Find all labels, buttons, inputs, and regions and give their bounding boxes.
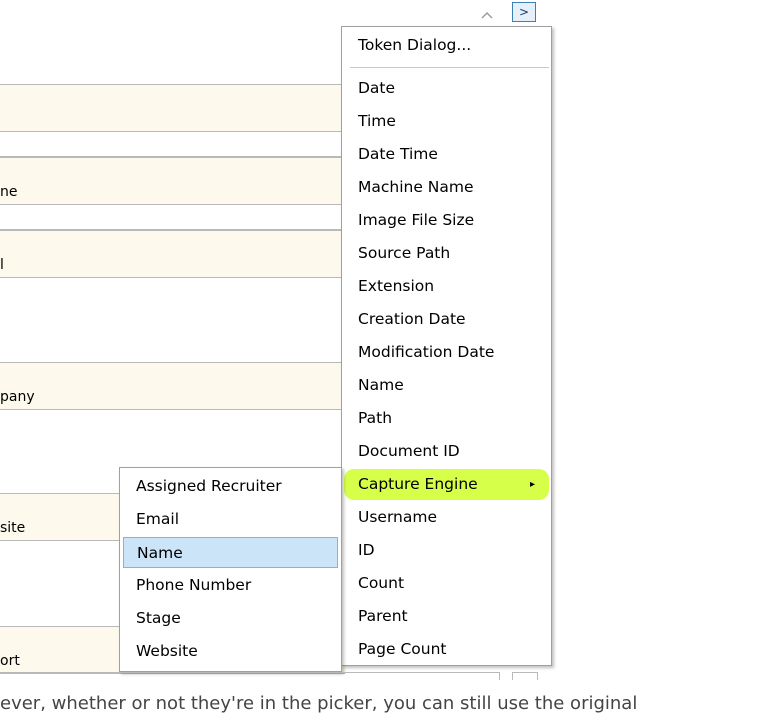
field-row-3[interactable]: l <box>0 230 345 278</box>
bottom-input-field[interactable] <box>0 672 500 680</box>
menu-item-path[interactable]: Path <box>344 403 549 434</box>
submenu-item-website[interactable]: Website <box>123 636 338 667</box>
capture-engine-submenu: Assigned Recruiter Email Name Phone Numb… <box>119 467 342 672</box>
expand-menu-button[interactable]: > <box>512 2 536 22</box>
menu-item-capture-engine-label: Capture Engine <box>358 475 478 493</box>
field-row-2[interactable]: ne <box>0 157 345 205</box>
field-spacer-2 <box>0 204 345 230</box>
token-context-menu: Token Dialog... Date Time Date Time Mach… <box>341 26 552 666</box>
menu-item-image-file-size[interactable]: Image File Size <box>344 205 549 236</box>
menu-separator <box>350 67 549 68</box>
field-row-text: ne <box>0 184 18 200</box>
bottom-button[interactable] <box>512 672 538 680</box>
menu-item-document-id[interactable]: Document ID <box>344 436 549 467</box>
submenu-item-name[interactable]: Name <box>123 537 338 568</box>
submenu-item-email[interactable]: Email <box>123 504 338 535</box>
menu-item-creation-date[interactable]: Creation Date <box>344 304 549 335</box>
field-row-text: l <box>0 257 4 273</box>
menu-item-time[interactable]: Time <box>344 106 549 137</box>
menu-item-source-path[interactable]: Source Path <box>344 238 549 269</box>
menu-item-page-count[interactable]: Page Count <box>344 634 549 665</box>
caption-text: ever, whether or not they're in the pick… <box>0 693 638 714</box>
menu-item-token-dialog[interactable]: Token Dialog... <box>344 30 549 61</box>
submenu-item-assigned-recruiter[interactable]: Assigned Recruiter <box>123 471 338 502</box>
menu-item-date[interactable]: Date <box>344 73 549 104</box>
submenu-arrow-icon: ▸ <box>529 479 535 490</box>
submenu-item-stage[interactable]: Stage <box>123 603 338 634</box>
field-row-text: site <box>0 520 26 536</box>
scroll-up-button[interactable] <box>476 4 498 26</box>
menu-item-name[interactable]: Name <box>344 370 549 401</box>
menu-item-extension[interactable]: Extension <box>344 271 549 302</box>
menu-item-parent[interactable]: Parent <box>344 601 549 632</box>
menu-item-date-time[interactable]: Date Time <box>344 139 549 170</box>
chevron-up-icon <box>481 12 493 19</box>
menu-item-machine-name[interactable]: Machine Name <box>344 172 549 203</box>
menu-item-id[interactable]: ID <box>344 535 549 566</box>
field-row-4[interactable]: pany <box>0 362 345 410</box>
menu-item-capture-engine[interactable]: Capture Engine ▸ <box>344 469 549 500</box>
menu-item-modification-date[interactable]: Modification Date <box>344 337 549 368</box>
field-row-1[interactable] <box>0 84 345 132</box>
field-row-text: ort <box>0 653 20 669</box>
menu-item-count[interactable]: Count <box>344 568 549 599</box>
submenu-item-phone-number[interactable]: Phone Number <box>123 570 338 601</box>
field-row-text: pany <box>0 389 35 405</box>
menu-item-username[interactable]: Username <box>344 502 549 533</box>
field-spacer-1 <box>0 131 345 157</box>
